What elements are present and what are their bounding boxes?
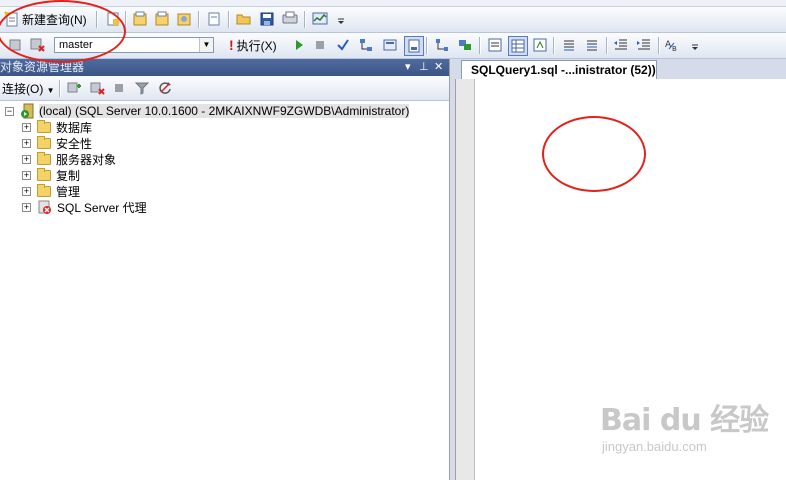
comment-icon[interactable] — [560, 36, 578, 54]
debug-play-icon[interactable] — [290, 36, 308, 54]
toolbar-separator — [426, 37, 428, 54]
annotation-ellipse — [0, 0, 126, 63]
toolbar-separator — [658, 37, 660, 54]
tree-item-replication[interactable]: + 复制 — [22, 167, 80, 183]
stop-icon[interactable] — [311, 36, 329, 54]
save-icon[interactable] — [258, 10, 276, 28]
query-options-icon[interactable] — [381, 36, 399, 54]
chevron-down-icon: ▼ — [46, 86, 55, 95]
execute-label: 执行(X) — [236, 38, 277, 53]
open-folder-icon[interactable] — [235, 10, 253, 28]
sql-agent-icon — [38, 200, 51, 214]
toolbar-overflow-icon[interactable] — [686, 36, 704, 54]
results-to-grid-icon[interactable] — [508, 36, 528, 56]
toolbar-separator — [198, 11, 200, 28]
intellisense-toggle-icon[interactable] — [404, 36, 424, 56]
actual-plan-icon[interactable] — [433, 36, 451, 54]
toolbar-separator — [304, 11, 306, 28]
toolbar-separator — [125, 11, 127, 28]
collapse-icon[interactable]: − — [5, 106, 14, 116]
disconnect-icon[interactable] — [88, 79, 106, 97]
expand-icon[interactable]: + — [22, 170, 31, 180]
connect-label: 连接(O) — [2, 82, 44, 96]
server-node[interactable]: − (local) (SQL Server 10.0.1600 - 2MKAIX… — [5, 103, 410, 119]
stop-icon[interactable] — [110, 79, 128, 97]
tree-item-sql-agent[interactable]: + SQL Server 代理 — [22, 199, 147, 215]
activity-monitor-icon[interactable] — [311, 10, 329, 28]
annotation-ellipse — [542, 116, 646, 192]
object-explorer-toolbar: 连接(O) ▼ — [0, 76, 449, 101]
tree-item-label: 管理 — [56, 184, 81, 199]
object-explorer-panel: 对象资源管理器 ▾ ⊥ ✕ 连接(O) ▼ − (local) (SQL Ser… — [0, 59, 450, 480]
baidu-watermark: Bai du 经验 jingyan.baidu.com — [600, 395, 769, 454]
server-connected-icon — [21, 103, 34, 119]
exclamation-icon: ! — [229, 37, 234, 53]
decrease-indent-icon[interactable] — [612, 36, 630, 54]
execute-button[interactable]: ! 执行(X) — [229, 36, 277, 54]
tab-sqlquery1[interactable]: SQLQuery1.sql -...inistrator (52)) — [461, 60, 657, 79]
uncomment-icon[interactable] — [583, 36, 601, 54]
refresh-icon[interactable] — [156, 79, 174, 97]
dmx-query-icon[interactable] — [153, 10, 171, 28]
editor-gutter — [456, 79, 475, 480]
client-stats-icon[interactable] — [456, 36, 474, 54]
expand-icon[interactable]: + — [22, 202, 31, 212]
server-node-label: (local) (SQL Server 10.0.1600 - 2MKAIXNW… — [39, 104, 410, 118]
close-icon[interactable]: ✕ — [434, 59, 443, 76]
results-to-file-icon[interactable] — [531, 36, 549, 54]
expand-icon[interactable]: + — [22, 122, 31, 132]
connect-object-explorer-icon[interactable] — [65, 79, 83, 97]
tree-item-label: SQL Server 代理 — [57, 200, 147, 215]
chevron-down-icon[interactable]: ▼ — [199, 38, 213, 52]
folder-icon — [37, 119, 51, 133]
tree-item-security[interactable]: + 安全性 — [22, 135, 92, 151]
toolbar-overflow-icon[interactable] — [332, 10, 350, 28]
tree-item-label: 服务器对象 — [56, 152, 117, 167]
watermark-url: jingyan.baidu.com — [602, 439, 707, 454]
tree-item-server-objects[interactable]: + 服务器对象 — [22, 151, 116, 167]
connect-dropdown[interactable]: 连接(O) ▼ — [2, 80, 55, 97]
results-to-text-icon[interactable] — [486, 36, 504, 54]
menu-bar — [0, 0, 786, 7]
folder-icon — [37, 183, 51, 197]
folder-icon — [37, 151, 51, 165]
xmla-query-icon[interactable] — [175, 10, 193, 28]
tree-item-label: 安全性 — [56, 136, 93, 151]
toolbar-separator — [606, 37, 608, 54]
toolbar-separator — [553, 37, 555, 54]
folder-icon — [37, 167, 51, 181]
tree-item-label: 数据库 — [56, 120, 93, 135]
toolbar-separator — [59, 80, 61, 97]
parse-check-icon[interactable] — [334, 36, 352, 54]
panel-dropdown-icon[interactable]: ▾ — [405, 59, 411, 76]
watermark-logo: Bai du 经验 — [600, 403, 769, 438]
mdx-query-icon[interactable] — [131, 10, 149, 28]
specify-values-icon[interactable]: AB — [664, 36, 682, 54]
toolbar-separator — [479, 37, 481, 54]
tree-item-databases[interactable]: + 数据库 — [22, 119, 92, 135]
tree-item-label: 复制 — [56, 168, 81, 183]
toolbar-separator — [228, 11, 230, 28]
expand-icon[interactable]: + — [22, 154, 31, 164]
increase-indent-icon[interactable] — [635, 36, 653, 54]
tab-title: SQLQuery1.sql -...inistrator (52)) — [471, 63, 656, 77]
folder-icon — [37, 135, 51, 149]
svg-text:A: A — [665, 40, 672, 50]
filter-icon[interactable] — [133, 79, 151, 97]
display-plan-icon[interactable] — [357, 36, 375, 54]
pin-icon[interactable]: ⊥ — [419, 59, 429, 76]
expand-icon[interactable]: + — [22, 138, 31, 148]
tree-item-management[interactable]: + 管理 — [22, 183, 80, 199]
save-all-icon[interactable] — [281, 10, 299, 28]
new-project-icon[interactable] — [205, 10, 223, 28]
svg-text:B: B — [672, 45, 677, 53]
expand-icon[interactable]: + — [22, 186, 31, 196]
